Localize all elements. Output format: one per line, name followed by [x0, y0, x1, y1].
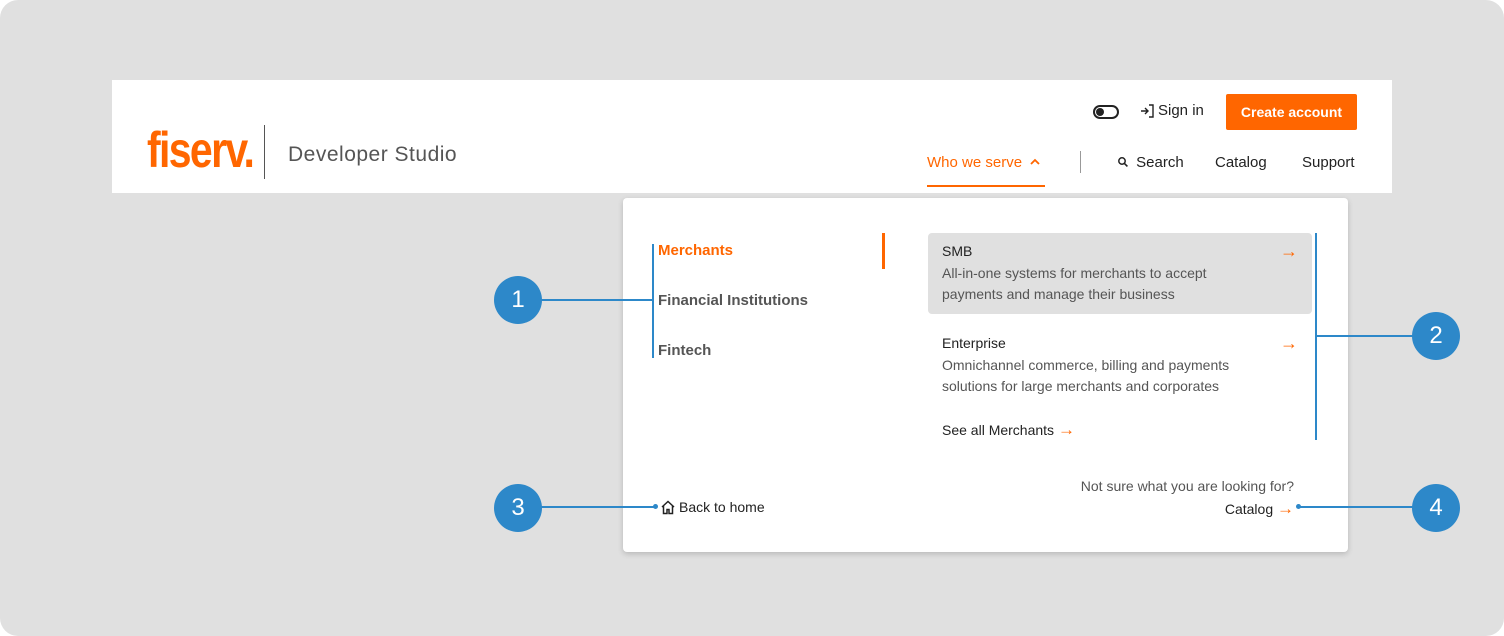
- footer-catalog-link[interactable]: Catalog →: [1225, 499, 1294, 519]
- nav-active-underline: [927, 185, 1045, 187]
- catalog-link-label: Catalog: [1224, 501, 1274, 517]
- annotation-leader-4: [1298, 506, 1414, 508]
- annotation-leader-3: [540, 506, 655, 508]
- annotation-dot-4: [1296, 504, 1301, 509]
- arrow-right-icon: →: [1277, 499, 1294, 518]
- card-title: SMB: [942, 243, 973, 259]
- annotation-badge-2: 2: [1412, 312, 1460, 360]
- sign-in-icon: [1141, 103, 1154, 118]
- search-icon: [1118, 157, 1128, 167]
- chevron-up-icon: [1030, 158, 1040, 165]
- sign-in-link[interactable]: Sign in: [1140, 102, 1204, 119]
- card-title: Enterprise: [942, 335, 1006, 351]
- arrow-right-icon: →: [1280, 241, 1298, 261]
- card-description: Omnichannel commerce, billing and paymen…: [942, 357, 1230, 394]
- back-to-home-link[interactable]: Back to home: [660, 499, 765, 515]
- product-name: Developer Studio: [288, 143, 458, 166]
- create-account-button[interactable]: Create account: [1226, 94, 1357, 130]
- category-merchants[interactable]: Merchants: [658, 242, 733, 259]
- back-home-label: Back to home: [679, 499, 765, 515]
- category-fintech[interactable]: Fintech: [658, 342, 711, 359]
- annotation-badge-1: 1: [494, 276, 542, 324]
- nav-separator: [1080, 151, 1081, 173]
- active-category-indicator: [882, 233, 885, 269]
- card-enterprise[interactable]: Enterprise Omnichannel commerce, billing…: [928, 325, 1312, 406]
- nav-who-we-serve[interactable]: Who we serve: [927, 154, 1041, 171]
- annotation-badge-4: 4: [1412, 484, 1460, 532]
- card-smb[interactable]: SMB All-in-one systems for merchants to …: [928, 233, 1312, 314]
- nav-support[interactable]: Support: [1302, 154, 1355, 171]
- arrow-right-icon: →: [1057, 420, 1075, 439]
- annotation-leader-1: [540, 299, 653, 301]
- annotation-leader-2: [1316, 335, 1414, 337]
- fiserv-logo[interactable]: fiserv.: [147, 122, 255, 178]
- arrow-right-icon: →: [1280, 333, 1298, 353]
- category-financial-institutions[interactable]: Financial Institutions: [658, 292, 808, 309]
- see-all-label: See all Merchants: [942, 422, 1055, 438]
- home-icon: [661, 499, 675, 514]
- toggle-knob: [1096, 108, 1104, 116]
- see-all-merchants-link[interactable]: See all Merchants →: [942, 420, 1075, 440]
- annotation-bracket-1: [652, 244, 654, 358]
- card-description: All-in-one systems for merchants to acce…: [942, 265, 1207, 302]
- theme-toggle-icon[interactable]: [1093, 105, 1119, 119]
- site-header: fiserv. Developer Studio Sign in Create …: [112, 80, 1392, 193]
- who-we-serve-dropdown: Merchants Financial Institutions Fintech…: [623, 198, 1348, 552]
- annotation-badge-3: 3: [494, 484, 542, 532]
- nav-catalog[interactable]: Catalog: [1215, 154, 1267, 171]
- nav-search[interactable]: Search: [1117, 154, 1184, 171]
- sign-in-label: Sign in: [1158, 102, 1204, 119]
- nav-who-we-serve-label: Who we serve: [927, 154, 1023, 171]
- annotated-canvas: fiserv. Developer Studio Sign in Create …: [0, 0, 1504, 636]
- nav-search-label: Search: [1136, 154, 1184, 171]
- annotation-dot-3: [653, 504, 658, 509]
- logo-divider: [264, 125, 265, 179]
- not-sure-text: Not sure what you are looking for?: [1080, 478, 1294, 494]
